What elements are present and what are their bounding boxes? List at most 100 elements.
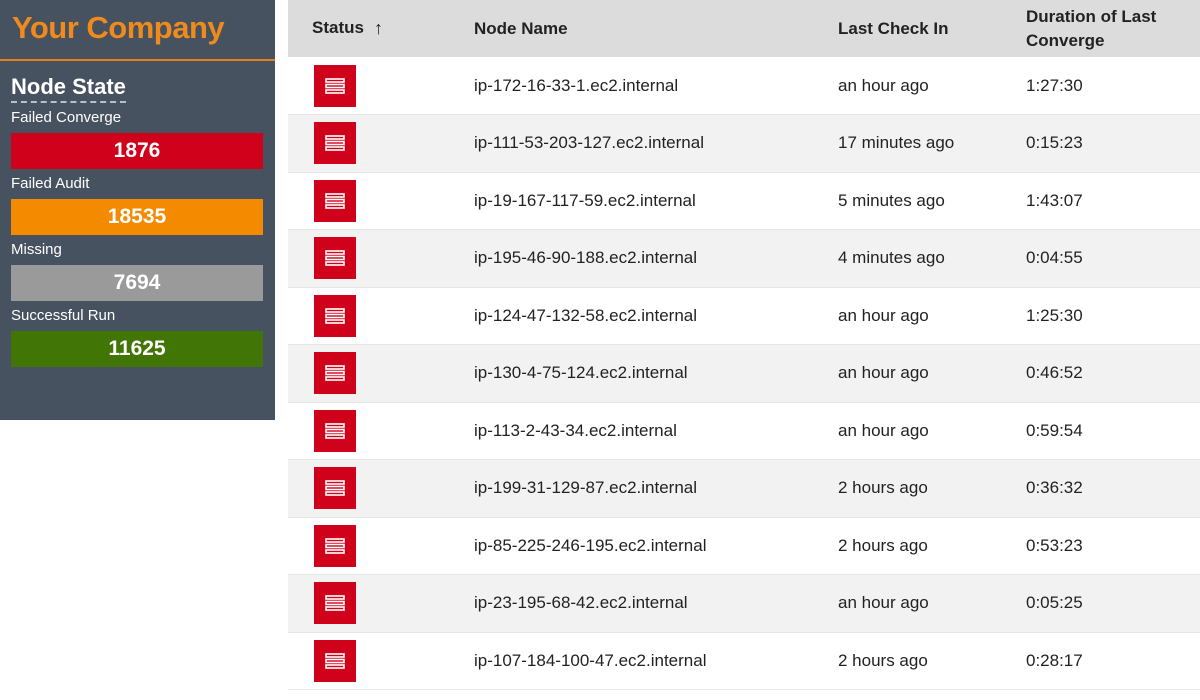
duration-cell: 0:15:23 xyxy=(1026,133,1083,153)
table-row[interactable]: ip-113-2-43-34.ec2.internal an hour ago … xyxy=(288,402,1200,460)
table-row[interactable]: ip-199-31-129-87.ec2.internal 2 hours ag… xyxy=(288,459,1200,518)
server-icon[interactable] xyxy=(314,352,356,395)
server-icon[interactable] xyxy=(314,582,356,625)
duration-cell: 0:59:54 xyxy=(1026,420,1083,440)
table-header-row: Status ↑ Node Name Last Check In Duration… xyxy=(288,0,1200,57)
status-header-label: Status xyxy=(312,18,364,37)
node-state-list: Failed Converge 1876 Failed Audit 18535 … xyxy=(0,109,275,367)
server-icon[interactable] xyxy=(314,639,356,682)
node-name-column-header[interactable]: Node Name xyxy=(474,0,838,57)
status-column-header[interactable]: Status ↑ xyxy=(288,0,474,57)
server-icon[interactable] xyxy=(314,237,356,280)
duration-cell: 0:05:25 xyxy=(1026,593,1083,613)
last-check-in-column-header[interactable]: Last Check In xyxy=(838,0,1026,57)
server-glyph xyxy=(325,365,345,382)
server-glyph xyxy=(325,480,345,497)
node-name-cell[interactable]: ip-195-46-90-188.ec2.internal xyxy=(474,230,838,288)
node-name-cell[interactable]: ip-107-184-100-47.ec2.internal xyxy=(474,632,838,690)
server-glyph xyxy=(325,652,345,669)
node-state-title: Node State xyxy=(11,74,126,103)
table-row[interactable]: ip-195-46-90-188.ec2.internal 4 minutes … xyxy=(288,229,1200,288)
node-name-cell[interactable]: ip-199-31-129-87.ec2.internal xyxy=(474,460,838,518)
server-glyph xyxy=(325,135,345,152)
failed-audit-count[interactable]: 18535 xyxy=(11,199,263,235)
server-glyph xyxy=(325,595,345,612)
last-check-in-cell: an hour ago xyxy=(838,75,929,95)
status-cell xyxy=(288,115,474,173)
status-cell xyxy=(288,287,474,345)
duration-cell: 1:25:30 xyxy=(1026,305,1083,325)
server-glyph xyxy=(325,537,345,554)
duration-cell: 0:04:55 xyxy=(1026,248,1083,268)
missing-label: Missing xyxy=(11,241,62,258)
status-cell xyxy=(288,517,474,575)
duration-column-header[interactable]: Duration of Last Converge xyxy=(1026,0,1200,57)
successful-run-label: Successful Run xyxy=(11,307,116,324)
node-name-cell[interactable]: ip-113-2-43-34.ec2.internal xyxy=(474,402,838,460)
last-check-in-cell: 4 minutes ago xyxy=(838,248,945,268)
server-icon[interactable] xyxy=(314,179,356,222)
server-icon[interactable] xyxy=(314,524,356,567)
duration-cell: 0:36:32 xyxy=(1026,478,1083,498)
nodes-table: Status ↑ Node Name Last Check In Duration… xyxy=(288,0,1200,690)
table-header: Status ↑ Node Name Last Check In Duration… xyxy=(288,0,1200,57)
last-check-in-cell: 2 hours ago xyxy=(838,535,928,555)
status-cell xyxy=(288,57,474,115)
failed-converge-label: Failed Converge xyxy=(11,109,122,126)
successful-run-count[interactable]: 11625 xyxy=(11,331,263,367)
server-glyph xyxy=(325,77,345,94)
table-row[interactable]: ip-107-184-100-47.ec2.internal 2 hours a… xyxy=(288,632,1200,690)
last-check-in-cell: 17 minutes ago xyxy=(838,133,955,153)
server-icon[interactable] xyxy=(314,64,356,107)
last-check-in-cell: 2 hours ago xyxy=(838,478,928,498)
server-icon[interactable] xyxy=(314,467,356,510)
node-name-cell[interactable]: ip-130-4-75-124.ec2.internal xyxy=(474,345,838,403)
server-glyph xyxy=(325,307,345,324)
status-cell xyxy=(288,575,474,633)
missing-count[interactable]: 7694 xyxy=(11,265,263,301)
last-check-in-cell: an hour ago xyxy=(838,420,929,440)
status-cell xyxy=(288,230,474,288)
server-icon[interactable] xyxy=(314,409,356,452)
sort-ascending-icon[interactable]: ↑ xyxy=(374,18,383,39)
server-icon[interactable] xyxy=(314,122,356,165)
duration-cell: 0:53:23 xyxy=(1026,535,1083,555)
last-check-in-cell: an hour ago xyxy=(838,363,929,383)
node-name-cell[interactable]: ip-19-167-117-59.ec2.internal xyxy=(474,172,838,230)
node-name-cell[interactable]: ip-124-47-132-58.ec2.internal xyxy=(474,287,838,345)
node-name-cell[interactable]: ip-172-16-33-1.ec2.internal xyxy=(474,57,838,115)
table-row[interactable]: ip-111-53-203-127.ec2.internal 17 minute… xyxy=(288,114,1200,173)
last-check-in-cell: an hour ago xyxy=(838,593,929,613)
status-cell xyxy=(288,345,474,403)
table-row[interactable]: ip-172-16-33-1.ec2.internal an hour ago … xyxy=(288,57,1200,115)
node-name-cell[interactable]: ip-23-195-68-42.ec2.internal xyxy=(474,575,838,633)
duration-cell: 1:27:30 xyxy=(1026,75,1083,95)
status-cell xyxy=(288,402,474,460)
node-name-cell[interactable]: ip-85-225-246-195.ec2.internal xyxy=(474,517,838,575)
last-check-in-cell: 5 minutes ago xyxy=(838,190,945,210)
nodes-table-container: Status ↑ Node Name Last Check In Duration… xyxy=(288,0,1200,700)
failed-audit-label: Failed Audit xyxy=(11,175,90,192)
node-name-cell[interactable]: ip-111-53-203-127.ec2.internal xyxy=(474,115,838,173)
failed-converge-count[interactable]: 1876 xyxy=(11,133,263,169)
table-body: ip-172-16-33-1.ec2.internal an hour ago … xyxy=(288,57,1200,690)
last-check-in-cell: an hour ago xyxy=(838,305,929,325)
brand-header: Your Company xyxy=(0,0,275,61)
company-logo[interactable]: Your Company xyxy=(12,10,275,46)
status-cell xyxy=(288,172,474,230)
server-icon[interactable] xyxy=(314,294,356,337)
sidebar: Your Company Node State Failed Converge … xyxy=(0,0,275,420)
table-row[interactable]: ip-85-225-246-195.ec2.internal 2 hours a… xyxy=(288,517,1200,575)
server-glyph xyxy=(325,422,345,439)
table-row[interactable]: ip-23-195-68-42.ec2.internal an hour ago… xyxy=(288,574,1200,633)
duration-cell: 1:43:07 xyxy=(1026,190,1083,210)
table-row[interactable]: ip-130-4-75-124.ec2.internal an hour ago… xyxy=(288,344,1200,403)
table-row[interactable]: ip-124-47-132-58.ec2.internal an hour ag… xyxy=(288,287,1200,345)
last-check-in-cell: 2 hours ago xyxy=(838,650,928,670)
server-glyph xyxy=(325,250,345,267)
status-cell xyxy=(288,460,474,518)
table-row[interactable]: ip-19-167-117-59.ec2.internal 5 minutes … xyxy=(288,172,1200,230)
status-cell xyxy=(288,632,474,690)
duration-cell: 0:46:52 xyxy=(1026,363,1083,383)
duration-cell: 0:28:17 xyxy=(1026,650,1083,670)
